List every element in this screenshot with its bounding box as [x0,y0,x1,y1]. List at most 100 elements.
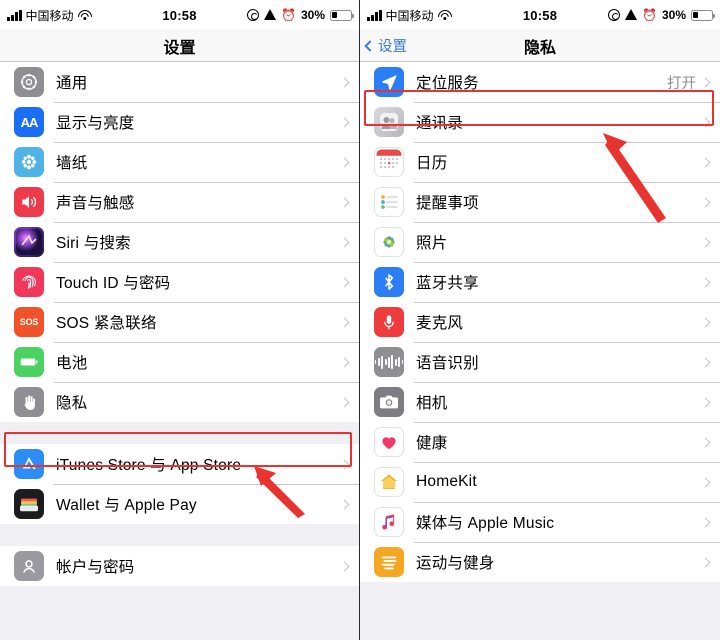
waveform-icon [374,347,404,377]
chevron-right-icon [339,117,350,127]
list-item[interactable]: 提醒事项 [360,182,720,222]
list-item-label: 相机 [416,395,448,412]
list-item-label: Siri 与搜索 [56,235,131,252]
list-item-label: 帐户与密码 [56,559,135,576]
list-item-label: 显示与亮度 [56,115,135,132]
list-item[interactable]: 语音识别 [360,342,720,382]
music-note-icon [374,507,404,537]
list-item[interactable]: iTunes Store 与 App Store [0,444,359,484]
list-item[interactable]: 麦克风 [360,302,720,342]
speaker-icon [14,187,44,217]
siri-icon [14,227,44,257]
fingerprint-icon [14,267,44,297]
chevron-left-icon [364,39,376,52]
list-item[interactable]: 定位服务 打开 [360,62,720,102]
app-store-icon [14,449,44,479]
privacy-screen: 中国移动 10:58 ⏰ 30% 设置 隐私 定位服务 打开 通讯录 日历 提醒事项 照片… [360,0,720,640]
list-item[interactable]: 健康 [360,422,720,462]
list-item-label: 隐私 [56,395,88,412]
status-bar-left: 中国移动 10:58 ⏰ 30% [0,0,359,30]
list-item-label: SOS 紧急联络 [56,315,157,332]
house-icon [374,467,404,497]
camera-icon [374,387,404,417]
list-item-label: 语音识别 [416,355,479,372]
photos-icon [374,227,404,257]
list-group: iTunes Store 与 App Store Wallet 与 Apple P… [0,444,359,524]
list-item[interactable]: 蓝牙共享 [360,262,720,302]
dual-screenshot-container: 中国移动 10:58 ⏰ 30% 设置 通用 AA 显示与亮度 墙纸 声音与触感 Siri… [0,0,720,640]
list-item-label: Wallet 与 Apple Pay [56,497,197,514]
chevron-right-icon [700,157,711,167]
list-item-label: HomeKit [416,473,477,490]
battery-percent-label: 30% [300,8,325,22]
heart-icon [374,427,404,457]
chevron-right-icon [339,317,350,327]
list-item[interactable]: Wallet 与 Apple Pay [0,484,359,524]
location-arrow-icon [625,8,638,20]
wallpaper-icon [14,147,44,177]
sos-icon: SOS [14,307,44,337]
chevron-right-icon [339,197,350,207]
list-item-label: 照片 [416,235,448,252]
list-item[interactable]: 日历 [360,142,720,182]
chevron-right-icon [700,437,711,447]
chevron-right-icon [339,277,350,287]
list-group: 定位服务 打开通讯录日历提醒事项照片蓝牙共享麦克风语音识别相机健康 HomeKit 媒… [360,62,720,582]
list-item[interactable]: 电池 [0,342,359,382]
list-group: 通用 AA 显示与亮度 墙纸 声音与触感 Siri 与搜索 Touch ID 与密码 SOS S… [0,62,359,422]
hand-icon [14,387,44,417]
list-item[interactable]: 运动与健身 [360,542,720,582]
chevron-right-icon [700,197,711,207]
back-button[interactable]: 设置 [360,35,407,56]
microphone-icon [374,307,404,337]
list-item[interactable]: Siri 与搜索 [0,222,359,262]
list-item-label: 通讯录 [416,115,464,132]
list-item-label: 定位服务 [416,75,479,92]
list-item[interactable]: Touch ID 与密码 [0,262,359,302]
privacy-list[interactable]: 定位服务 打开通讯录日历提醒事项照片蓝牙共享麦克风语音识别相机健康 HomeKit 媒… [360,62,720,640]
rotation-lock-icon [247,9,260,21]
calendar-icon [374,147,404,177]
chevron-right-icon [339,499,350,509]
list-item[interactable]: 通讯录 [360,102,720,142]
rotation-lock-icon [608,9,621,21]
chevron-right-icon [339,561,350,571]
contacts-icon [374,107,404,137]
list-item-label: Touch ID 与密码 [56,275,171,292]
chevron-right-icon [339,157,350,167]
battery-icon [691,9,715,21]
navigation-bar-left: 设置 [0,30,359,62]
status-bar-right-group: ⏰ 30% [608,8,715,22]
list-group-separator [0,422,359,444]
settings-list[interactable]: 通用 AA 显示与亮度 墙纸 声音与触感 Siri 与搜索 Touch ID 与密码 SOS S… [0,62,359,640]
chevron-right-icon [339,237,350,247]
list-item-label: 麦克风 [416,315,464,332]
list-item[interactable]: 相机 [360,382,720,422]
chevron-right-icon [339,357,350,367]
list-item[interactable]: 隐私 [0,382,359,422]
list-item[interactable]: 通用 [0,62,359,102]
navigation-bar-right: 设置 隐私 [360,30,720,62]
bluetooth-icon [374,267,404,297]
list-item-label: 提醒事项 [416,195,479,212]
chevron-right-icon [700,277,711,287]
list-item[interactable]: SOS SOS 紧急联络 [0,302,359,342]
page-title: 设置 [163,39,196,57]
list-group: 帐户与密码 [0,546,359,586]
chevron-right-icon [700,477,711,487]
chevron-right-icon [700,557,711,567]
chevron-right-icon [700,397,711,407]
list-group-separator [0,524,359,546]
chevron-right-icon [700,517,711,527]
reminders-icon [374,187,404,217]
list-item[interactable]: 帐户与密码 [0,546,359,586]
list-item[interactable]: HomeKit [360,462,720,502]
key-icon [14,551,44,581]
list-item[interactable]: 声音与触感 [0,182,359,222]
list-item[interactable]: AA 显示与亮度 [0,102,359,142]
chevron-right-icon [700,237,711,247]
settings-screen: 中国移动 10:58 ⏰ 30% 设置 通用 AA 显示与亮度 墙纸 声音与触感 Siri… [0,0,360,640]
list-item[interactable]: 墙纸 [0,142,359,182]
list-item[interactable]: 媒体与 Apple Music [360,502,720,542]
list-item[interactable]: 照片 [360,222,720,262]
